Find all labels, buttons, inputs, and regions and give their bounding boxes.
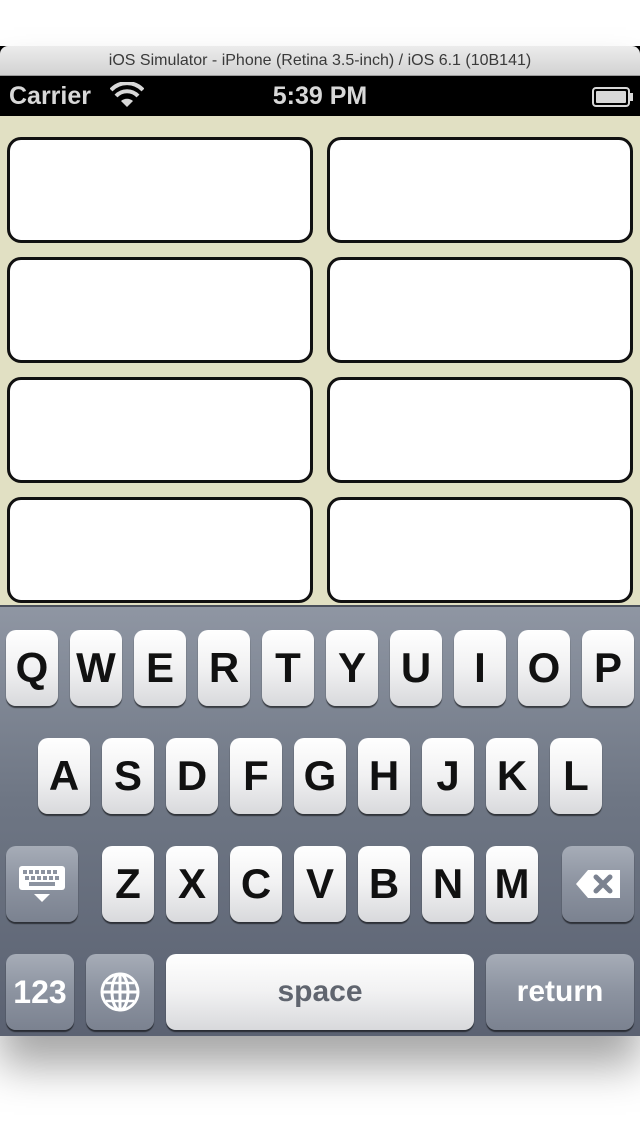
key-u[interactable]: U xyxy=(390,630,442,706)
key-d[interactable]: D xyxy=(166,738,218,814)
key-f[interactable]: F xyxy=(230,738,282,814)
keyboard-dismiss-key[interactable] xyxy=(6,846,78,922)
key-w[interactable]: W xyxy=(70,630,122,706)
text-field-4[interactable] xyxy=(327,257,633,363)
key-t[interactable]: T xyxy=(262,630,314,706)
simulator-window: iOS Simulator - iPhone (Retina 3.5-inch)… xyxy=(0,46,640,1036)
window-title: iOS Simulator - iPhone (Retina 3.5-inch)… xyxy=(0,46,640,76)
key-v[interactable]: V xyxy=(294,846,346,922)
space-key[interactable]: space xyxy=(166,954,474,1030)
status-bar: Carrier 5:39 PM xyxy=(0,76,640,116)
text-field-2[interactable] xyxy=(327,137,633,243)
key-l[interactable]: L xyxy=(550,738,602,814)
key-z[interactable]: Z xyxy=(102,846,154,922)
key-h[interactable]: H xyxy=(358,738,410,814)
keyboard: Q W E R T Y U I O P A S D F G H J K L Z … xyxy=(0,605,640,1036)
globe-key[interactable] xyxy=(86,954,154,1030)
key-e[interactable]: E xyxy=(134,630,186,706)
numbers-key[interactable]: 123 xyxy=(6,954,74,1030)
key-n[interactable]: N xyxy=(422,846,474,922)
key-g[interactable]: G xyxy=(294,738,346,814)
status-time: 5:39 PM xyxy=(272,82,368,110)
text-field-3[interactable] xyxy=(7,257,313,363)
delete-key[interactable] xyxy=(562,846,634,922)
keyboard-icon xyxy=(19,866,65,902)
text-field-5[interactable] xyxy=(7,377,313,483)
text-field-6[interactable] xyxy=(327,377,633,483)
key-x[interactable]: X xyxy=(166,846,218,922)
key-a[interactable]: A xyxy=(38,738,90,814)
text-field-1[interactable] xyxy=(7,137,313,243)
key-y[interactable]: Y xyxy=(326,630,378,706)
text-field-8[interactable] xyxy=(327,497,633,603)
key-m[interactable]: M xyxy=(486,846,538,922)
key-k[interactable]: K xyxy=(486,738,538,814)
globe-icon xyxy=(100,972,140,1012)
key-r[interactable]: R xyxy=(198,630,250,706)
return-key[interactable]: return xyxy=(486,954,634,1030)
key-p[interactable]: P xyxy=(582,630,634,706)
key-i[interactable]: I xyxy=(454,630,506,706)
key-b[interactable]: B xyxy=(358,846,410,922)
key-s[interactable]: S xyxy=(102,738,154,814)
backspace-icon xyxy=(576,870,620,898)
key-q[interactable]: Q xyxy=(6,630,58,706)
key-c[interactable]: C xyxy=(230,846,282,922)
content-area xyxy=(0,116,640,605)
battery-icon xyxy=(592,87,633,107)
key-j[interactable]: J xyxy=(422,738,474,814)
text-field-7[interactable] xyxy=(7,497,313,603)
key-o[interactable]: O xyxy=(518,630,570,706)
